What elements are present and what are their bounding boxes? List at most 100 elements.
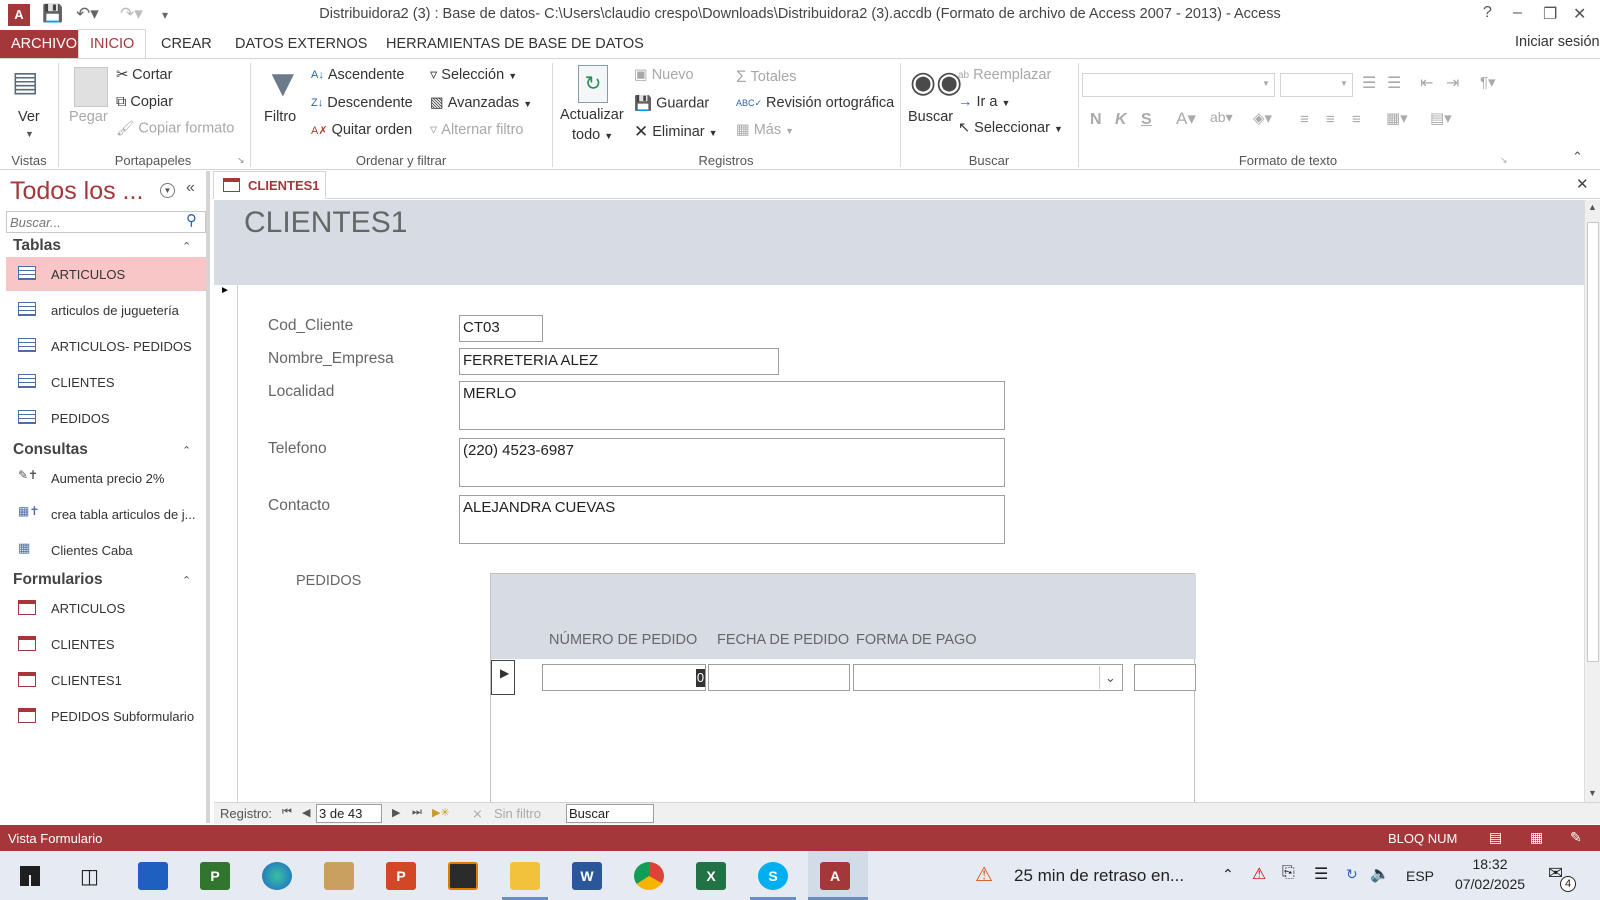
sign-in-link[interactable]: Iniciar sesión	[1515, 34, 1600, 50]
ver-dropdown-icon[interactable]: ▼	[25, 129, 34, 139]
font-color-icon[interactable]: A▾	[1176, 109, 1196, 129]
current-record-input[interactable]: 3 de 43	[316, 804, 382, 823]
subform-record-selector[interactable]: ▶	[491, 660, 515, 695]
record-search-input[interactable]: Buscar	[566, 804, 654, 823]
binoculars-icon[interactable]: ◉◉	[910, 65, 962, 100]
volume-icon[interactable]: 🔈	[1370, 864, 1390, 884]
nav-item-table-clientes[interactable]: CLIENTES	[6, 365, 206, 399]
tab-datos-externos[interactable]: DATOS EXTERNOS	[224, 30, 378, 58]
close-document-icon[interactable]: ✕	[1576, 175, 1589, 193]
filter-status[interactable]: Sin filtro	[494, 806, 541, 821]
dialog-launcher-icon[interactable]: ↘	[1500, 155, 1508, 166]
descendente-button[interactable]: Descendente	[327, 95, 412, 111]
collapse-formularios-icon[interactable]: ⌃	[182, 574, 191, 587]
nav-item-form-pedidos-subformulario[interactable]: PEDIDOS Subformulario	[6, 699, 206, 733]
bold-button[interactable]: N	[1090, 111, 1102, 129]
revision-button[interactable]: Revisión ortográfica	[766, 95, 894, 111]
redo-icon[interactable]: ↷▾	[120, 4, 143, 24]
first-record-icon[interactable]: ⏮	[282, 806, 292, 819]
excel-icon[interactable]: X	[696, 862, 726, 890]
undo-icon[interactable]: ↶▾	[76, 4, 99, 24]
minimize-icon[interactable]: –	[1513, 4, 1522, 22]
task-view-icon[interactable]: ◫	[80, 864, 99, 889]
collapse-ribbon-icon[interactable]: ⌃	[1572, 149, 1583, 165]
shutter-bar-close-icon[interactable]: «	[186, 179, 195, 197]
new-record-nav-icon[interactable]: ▶✳	[432, 806, 450, 819]
nav-section-tablas[interactable]: Tablas	[13, 237, 61, 255]
alternar-filtro-button[interactable]: Alternar filtro	[441, 122, 523, 138]
close-window-icon[interactable]: ✕	[1573, 4, 1586, 24]
ir-a-dropdown-icon[interactable]: ▼	[1001, 98, 1010, 108]
seleccionar-button[interactable]: Seleccionar	[974, 120, 1050, 136]
collapse-consultas-icon[interactable]: ⌃	[182, 444, 191, 457]
dialog-launcher-icon[interactable]: ↘	[237, 155, 245, 166]
nav-item-table-articulos[interactable]: ARTICULOS	[6, 257, 206, 291]
align-center-icon[interactable]: ≡	[1326, 111, 1335, 128]
refresh-icon[interactable]: ↻	[578, 65, 608, 103]
nav-item-query-crea-tabla[interactable]: ▦✝ crea tabla articulos de j...	[6, 497, 206, 531]
input-telefono[interactable]: (220) 4523-6987	[459, 438, 1005, 487]
nav-section-consultas[interactable]: Consultas	[13, 441, 88, 459]
numbering-icon[interactable]: ☰	[1387, 73, 1401, 93]
scroll-down-icon[interactable]: ▼	[1588, 788, 1597, 798]
ir-a-button[interactable]: Ir a	[977, 94, 998, 110]
nav-item-query-clientes-caba[interactable]: ▦ Clientes Caba	[6, 533, 206, 567]
nav-item-table-articulos-pedidos[interactable]: ARTICULOS- PEDIDOS	[6, 329, 206, 363]
actualizar-button[interactable]: Actualizar	[560, 107, 624, 123]
customize-qat-icon[interactable]: ▾	[162, 8, 168, 22]
edge-icon[interactable]	[262, 862, 292, 890]
acrobat-tray-icon[interactable]: ⚠	[1252, 864, 1266, 884]
last-record-icon[interactable]: ⏭	[412, 806, 422, 819]
indent-decrease-icon[interactable]: ⇤	[1420, 73, 1433, 93]
restore-icon[interactable]: ❐	[1543, 4, 1557, 24]
taskbar-notification-text[interactable]: 25 min de retraso en...	[1014, 866, 1184, 886]
chrome-icon[interactable]	[634, 862, 664, 890]
ascendente-button[interactable]: Ascendente	[328, 67, 405, 83]
skype-icon[interactable]: S	[758, 862, 788, 890]
language-indicator[interactable]: ESP	[1406, 868, 1434, 884]
previous-record-icon[interactable]: ◀	[302, 806, 310, 819]
traffic-alert-icon[interactable]: ⚠	[975, 862, 993, 887]
powerpoint-icon[interactable]: P	[386, 862, 416, 890]
wifi-icon[interactable]: ☰	[1314, 864, 1328, 884]
gridlines-icon[interactable]: ▤▾	[1430, 109, 1452, 127]
pegar-button[interactable]: Pegar	[69, 109, 108, 125]
tab-inicio[interactable]: INICIO	[78, 29, 147, 59]
buscar-button[interactable]: Buscar	[908, 109, 953, 125]
clock-date[interactable]: 07/02/2025	[1446, 876, 1534, 892]
show-hidden-icons-icon[interactable]: ⌃	[1222, 866, 1234, 883]
record-selector[interactable]: ►	[214, 285, 238, 802]
copiar-button[interactable]: Copiar	[130, 94, 173, 110]
vertical-scrollbar[interactable]: ▲ ▼	[1584, 200, 1600, 802]
chevron-down-icon[interactable]: ⌄	[1099, 666, 1121, 689]
avanzadas-button[interactable]: Avanzadas	[448, 95, 519, 111]
input-contacto[interactable]: ALEJANDRA CUEVAS	[459, 495, 1005, 544]
tab-archivo[interactable]: ARCHIVO	[0, 30, 89, 58]
collapse-tablas-icon[interactable]: ⌃	[182, 240, 191, 253]
guardar-button[interactable]: Guardar	[656, 95, 709, 111]
input-cod-cliente[interactable]: CT03	[459, 315, 543, 342]
next-record-icon[interactable]: ▶	[392, 806, 400, 819]
font-size-dropdown-icon[interactable]: ▼	[1340, 79, 1348, 88]
help-button[interactable]: ?	[1483, 4, 1492, 22]
word-icon[interactable]: W	[572, 862, 602, 890]
eliminar-button[interactable]: Eliminar	[652, 124, 704, 140]
save-icon[interactable]: 💾	[42, 4, 63, 24]
font-family-dropdown-icon[interactable]: ▼	[1262, 79, 1270, 88]
cell-extra-column[interactable]	[1134, 664, 1196, 691]
totales-button[interactable]: Totales	[751, 69, 797, 85]
filtro-button[interactable]: Filtro	[264, 109, 296, 125]
access-icon[interactable]: A	[820, 862, 850, 890]
reemplazar-button[interactable]: Reemplazar	[973, 67, 1051, 83]
seleccion-button[interactable]: Selección	[441, 67, 504, 83]
nuevo-button[interactable]: Nuevo	[652, 67, 694, 83]
project-icon[interactable]: P	[200, 862, 230, 890]
search-icon[interactable]: ⚲	[186, 211, 197, 229]
eliminar-dropdown-icon[interactable]: ▼	[709, 128, 718, 138]
seleccionar-dropdown-icon[interactable]: ▼	[1054, 124, 1063, 134]
mas-dropdown-icon[interactable]: ▼	[785, 126, 794, 136]
underline-button[interactable]: S	[1141, 111, 1152, 129]
fill-bucket-icon[interactable]: ◈▾	[1253, 109, 1272, 127]
cell-numero-pedido[interactable]: 0	[542, 664, 706, 691]
italic-button[interactable]: K	[1115, 111, 1127, 129]
